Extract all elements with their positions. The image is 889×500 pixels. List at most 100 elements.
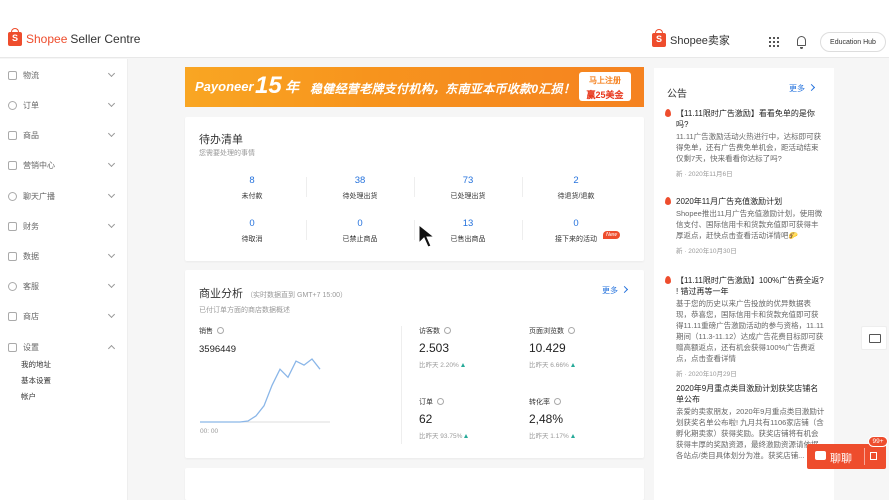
sidebar-item-4[interactable]: 聊天广播 [0, 187, 128, 205]
analytics-more-link[interactable]: 更多 [602, 285, 627, 296]
metric-block: 转化率 2,48% 比昨天 1.17% [529, 397, 575, 440]
metric-value: 2,48% [529, 412, 564, 426]
todo-item[interactable]: 8 未付款 [198, 175, 306, 201]
sidebar-item-8[interactable]: 商店 [0, 307, 128, 325]
seller-brand[interactable]: S Shopee卖家 [652, 29, 730, 48]
todo-item[interactable]: 73 已处理出货 [414, 175, 522, 201]
chevron-down-icon[interactable] [107, 190, 116, 199]
brand-logo[interactable]: S Shopee Seller Centre [8, 28, 140, 46]
chevron-down-icon[interactable] [107, 250, 116, 259]
up-arrow-icon [570, 363, 575, 367]
info-icon[interactable] [554, 398, 561, 405]
sidebar-item-3[interactable]: 营销中心 [0, 156, 128, 174]
announcement-panel: 公告 更多 【11.11限时广告激励】看看免单的是你吗? 11.11广告激励活动火… [654, 68, 834, 500]
banner-register-button[interactable]: 马上注册 赢25美金 [579, 72, 631, 101]
chevron-down-icon[interactable] [107, 99, 116, 108]
metric-label-row: 订单 [419, 397, 468, 407]
chat-bubble-icon [815, 451, 826, 460]
sidebar-item-7[interactable]: 客服 [0, 277, 128, 295]
payoneer-logo: Payoneer [195, 79, 254, 94]
todo-count: 0 [249, 218, 255, 229]
metric-block: 订单 62 比昨天 93.75% [419, 397, 469, 440]
announcement-item[interactable]: 2020年9月重点类目激励计划获奖店铺名单公布 亲爱的卖家朋友，2020年9月重点… [665, 383, 825, 461]
metric-compare-text: 比昨天 6.66% [529, 362, 569, 369]
sidebar-item-label: 设置 [23, 342, 39, 352]
sidebar-item-1[interactable]: 订单 [0, 96, 128, 114]
chevron-down-icon[interactable] [107, 69, 116, 78]
todo-label: 已处理出货 [450, 193, 486, 200]
todo-item[interactable]: 0 已禁止商品 [306, 218, 414, 244]
sales-line-chart [200, 358, 330, 423]
chevron-down-icon[interactable] [107, 310, 116, 319]
metric-label: 转化率 [529, 399, 550, 406]
todo-card: 待办清单 您需要处理的事情 8 未付款 38 待处理出货 73 已处理出货 2 待退货/退款 0… [185, 117, 644, 261]
sidebar-item-label: 物流 [23, 70, 39, 80]
announcement-item[interactable]: 【11.11限时广告激励】看看免单的是你吗? 11.11广告激励活动火热进行中，达… [665, 108, 825, 178]
settings-sub-item[interactable]: 我的地址 [21, 359, 51, 370]
chevron-down-icon[interactable] [107, 129, 116, 138]
banner-cta-bottom: 赢25美金 [586, 90, 624, 100]
sidebar-item-label: 营销中心 [23, 160, 55, 170]
todo-item[interactable]: 2 待退货/退款 [522, 175, 630, 201]
metric-compare-text: 比昨天 1.17% [529, 433, 569, 440]
fire-icon [665, 109, 671, 117]
chevron-down-icon[interactable] [107, 159, 116, 168]
sidebar-item-label: 聊天广播 [23, 191, 55, 201]
up-arrow-icon [460, 363, 465, 367]
todo-count: 0 [573, 218, 579, 229]
chevron-down-icon[interactable] [107, 280, 116, 289]
settings-sub-item[interactable]: 帐户 [21, 391, 36, 402]
announcement-headline-text: 2020年9月重点类目激励计划获奖店铺名单公布 [676, 384, 819, 404]
sidebar-item-0[interactable]: 物流 [0, 66, 128, 84]
chevron-up-icon[interactable] [107, 344, 116, 353]
announcement-headline[interactable]: 【11.11限时广告激励】看看免单的是你吗? [665, 108, 825, 130]
todo-count: 73 [462, 175, 474, 186]
promo-banner[interactable]: Payoneer 15 年 稳健经营老牌支付机构，东南亚本币收款0汇损！ 马上注… [185, 67, 644, 107]
announcement-headline[interactable]: 2020年11月广告充值激励计划 [665, 196, 825, 207]
info-icon[interactable] [437, 398, 444, 405]
settings-sub-item[interactable]: 基本设置 [21, 375, 51, 386]
todo-label: 待退货/退款 [557, 193, 595, 200]
apps-grid-icon[interactable] [769, 37, 779, 47]
tag-icon [8, 160, 17, 170]
todo-item[interactable]: 38 待处理出货 [306, 175, 414, 201]
info-icon[interactable] [444, 327, 451, 334]
chat-button[interactable]: 聊聊 [807, 444, 886, 469]
metric-compare-text: 比昨天 93.75% [419, 433, 463, 440]
banner-cta-top: 马上注册 [589, 76, 621, 85]
sidebar-item-9[interactable]: 设置 [0, 338, 128, 356]
shop-icon [8, 311, 17, 321]
sales-label: 销售 [199, 328, 213, 335]
info-icon[interactable] [217, 327, 224, 334]
metric-label: 订单 [419, 399, 433, 406]
banner-anniversary-number: 15 [255, 72, 282, 99]
announcement-more-link[interactable]: 更多 [789, 83, 814, 94]
education-hub-button[interactable]: Education Hub [820, 32, 886, 52]
sidebar: 物流订单商品营销中心聊天广播财务数据客服商店设置我的地址基本设置帐户 [0, 59, 128, 500]
chevron-down-icon[interactable] [107, 220, 116, 229]
announcement-headline[interactable]: 2020年9月重点类目激励计划获奖店铺名单公布 [665, 383, 825, 405]
chart-time-label: 00: 00 [200, 428, 219, 435]
seller-brand-label: Shopee卖家 [670, 35, 730, 47]
info-icon[interactable] [568, 327, 575, 334]
bell-icon[interactable] [797, 36, 806, 49]
announcement-item[interactable]: 【11.11限时广告激励】100%广告费全返? ! 错过再等一年 基于您的历史以来… [665, 275, 825, 378]
announcement-title: 公告 [667, 89, 687, 100]
todo-item[interactable]: 0 接下来的活动 New [522, 218, 630, 244]
metric-compare: 比昨天 1.17% [529, 430, 575, 440]
sidebar-item-5[interactable]: 财务 [0, 217, 128, 235]
announcement-headline[interactable]: 【11.11限时广告激励】100%广告费全返? ! 错过再等一年 [665, 275, 825, 297]
todo-item[interactable]: 0 待取消 [198, 218, 306, 244]
chat-expand-icon[interactable] [870, 452, 877, 460]
announcement-date: 新 · 2020年11月6日 [676, 171, 733, 178]
chat-label: 聊聊 [830, 453, 852, 465]
analytics-title-row: 商业分析 （实时数据直到 GMT+7 15:00） [199, 285, 347, 301]
brand-name: Shopee [26, 32, 68, 46]
mail-button[interactable] [861, 326, 887, 350]
metric-label-row: 访客数 [419, 326, 465, 336]
announcement-item[interactable]: 2020年11月广告充值激励计划 Shopee推出11月广告充值激励计划，使用微信… [665, 196, 825, 255]
mail-icon [869, 334, 881, 343]
headset-icon [8, 281, 17, 291]
sidebar-item-2[interactable]: 商品 [0, 126, 128, 144]
sidebar-item-6[interactable]: 数据 [0, 247, 128, 265]
